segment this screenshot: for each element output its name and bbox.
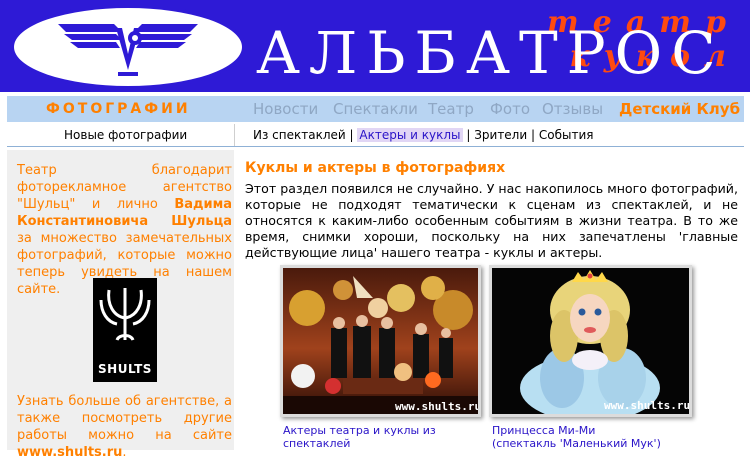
nav-link-performances[interactable]: Спектакли [333,99,418,119]
photo2-watermark: www.shults.ru [604,399,689,412]
nav-link-news[interactable]: Новости [253,99,318,119]
intro-paragraph: Этот раздел появился не случайно. У нас … [245,181,738,260]
photo2-caption-subtitle: (спектакль 'Маленький Мук') [492,437,661,450]
current-section-label: ФОТОГРАФИИ [46,101,191,117]
shults-tulip-icon [99,288,151,341]
shults-logo-label: SHULTS [98,362,152,376]
subnav-separator: | [530,128,536,142]
subnav-underline [7,146,744,147]
agency-site-link[interactable]: www.shults.ru [17,445,122,460]
subnav-item-from-performances[interactable]: Из спектаклей [253,128,346,142]
nav-link-theatre[interactable]: Театр [428,99,474,119]
photo-actors-image: www.shults.ru [283,268,478,414]
photo2-caption-title: Принцесса Ми-Ми [492,424,596,437]
photo1-caption[interactable]: Актеры театра и куклы из спектаклей [283,424,483,450]
photo-category-nav: Из спектаклей | Актеры и куклы | Зрители… [253,128,593,143]
photo-princess-mi-mi[interactable]: www.shults.ru [492,268,689,414]
nav-link-photo[interactable]: Фото [490,99,530,119]
nav-link-kids-club[interactable]: Детский Клуб [619,99,740,119]
subnav-divider [234,124,235,146]
agency-more-text: Узнать больше об агентстве, а также посм… [17,394,232,443]
subnav-item-actors-and-puppets[interactable]: Актеры и куклы [357,128,463,142]
subnav-item-spectators[interactable]: Зрители [474,128,527,142]
page-title: Куклы и актеры в фотографиях [245,160,506,176]
subnav-item-events[interactable]: События [539,128,594,142]
photo-actors-and-puppets[interactable]: www.shults.ru [283,268,478,414]
nav-link-reviews[interactable]: Отзывы [542,99,603,119]
subnav-separator: | [349,128,354,142]
header-title: АЛЬБАТРОС [256,19,725,87]
photo2-caption[interactable]: Принцесса Ми-Ми (спектакль 'Маленький Му… [492,424,692,450]
new-photos-link[interactable]: Новые фотографии [64,128,187,143]
agency-more-info: Узнать больше об агентстве, а также посм… [17,393,232,461]
photo1-watermark: www.shults.ru [395,400,478,413]
subnav-separator: | [466,128,471,142]
photo-princess-image: www.shults.ru [492,268,689,414]
albatross-bird-icon [58,24,198,76]
agency-more-end: . [122,445,127,460]
